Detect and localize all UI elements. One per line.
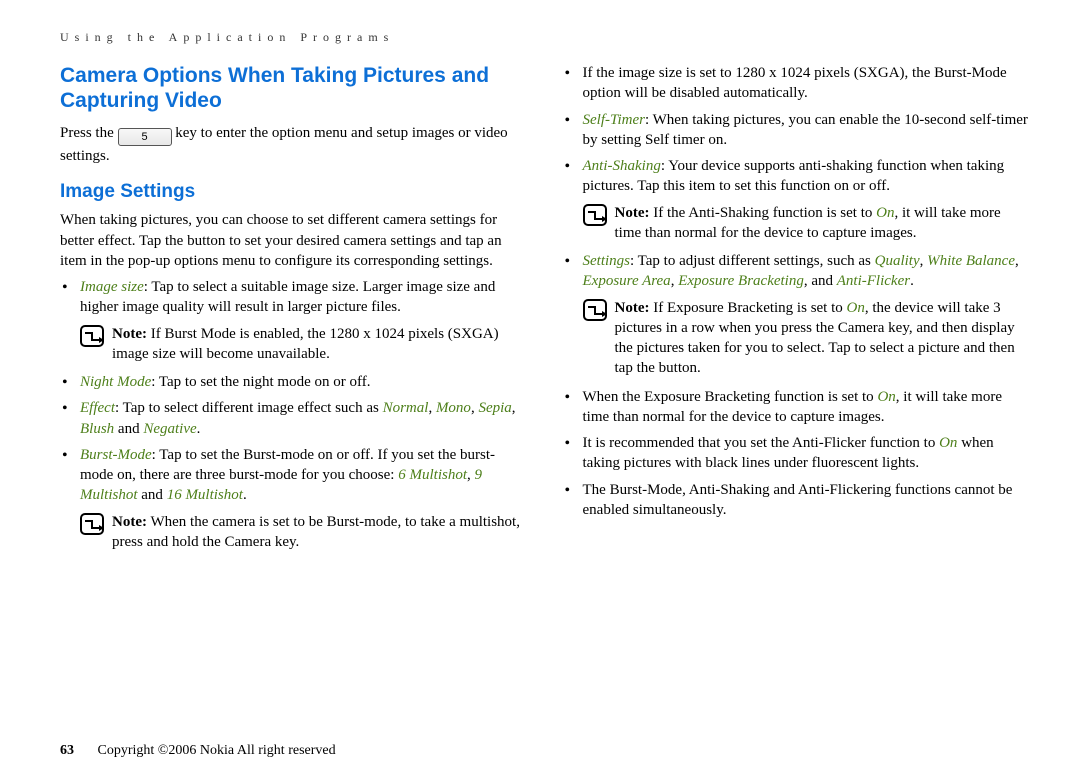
list-item: Anti-Shaking: Your device supports anti-… <box>583 156 1031 197</box>
label-effect: Effect <box>80 400 115 416</box>
right-column: If the image size is set to 1280 x 1024 … <box>563 63 1031 560</box>
text: . <box>243 487 247 503</box>
heading-image-settings: Image Settings <box>60 179 528 205</box>
page-footer: 63 Copyright ©2006 Nokia All right reser… <box>60 743 336 759</box>
text: When the Exposure Bracketing function is… <box>583 389 878 405</box>
text: , <box>428 400 436 416</box>
label-self-timer: Self-Timer <box>583 112 646 128</box>
label-night-mode: Night Mode <box>80 374 151 390</box>
burst-16: 16 Multishot <box>167 487 243 503</box>
list-right: If the image size is set to 1280 x 1024 … <box>563 63 1031 197</box>
note-text: Note: If the Anti-Shaking function is se… <box>615 203 1031 244</box>
effect-sepia: Sepia <box>478 400 511 416</box>
effect-mono: Mono <box>436 400 471 416</box>
on-text: On <box>876 205 894 221</box>
note-block: Note: If Burst Mode is enabled, the 1280… <box>80 324 528 365</box>
note-text: Note: If Exposure Bracketing is set to O… <box>615 298 1031 379</box>
settings-eb: Exposure Bracketing <box>678 273 804 289</box>
list-item: Effect: Tap to select different image ef… <box>80 398 528 439</box>
list-item: Self-Timer: When taking pictures, you ca… <box>583 110 1031 151</box>
note-text: Note: If Burst Mode is enabled, the 1280… <box>112 324 528 365</box>
settings-ea: Exposure Area <box>583 273 671 289</box>
note-block: Note: If Exposure Bracketing is set to O… <box>583 298 1031 379</box>
on-text: On <box>877 389 895 405</box>
text: , <box>920 253 928 269</box>
text: If the Anti-Shaking function is set to <box>649 205 876 221</box>
text: and <box>138 487 167 503</box>
page-header: Using the Application Programs <box>60 30 1030 45</box>
settings-quality: Quality <box>875 253 920 269</box>
intro-text: When taking pictures, you can choose to … <box>60 210 528 271</box>
text: When the camera is set to be Burst-mode,… <box>112 514 520 550</box>
text: , <box>512 400 516 416</box>
text: , <box>1015 253 1019 269</box>
list-item: If the image size is set to 1280 x 1024 … <box>583 63 1031 104</box>
text: It is recommended that you set the Anti-… <box>583 435 940 451</box>
list-right-3: When the Exposure Bracketing function is… <box>563 387 1031 521</box>
heading-camera-options: Camera Options When Taking Pictures and … <box>60 63 528 113</box>
list-item: Settings: Tap to adjust different settin… <box>583 251 1031 292</box>
note-label: Note: <box>615 205 650 221</box>
list-left: Image size: Tap to select a suitable ima… <box>60 277 528 318</box>
list-item: The Burst-Mode, Anti-Shaking and Anti-Fl… <box>583 480 1031 521</box>
copyright-text: Copyright ©2006 Nokia All right reserved <box>98 743 336 758</box>
page-number: 63 <box>60 743 74 758</box>
text: If Exposure Bracketing is set to <box>649 300 846 316</box>
label-settings: Settings <box>583 253 631 269</box>
key-5-icon: 5 <box>118 128 172 146</box>
settings-wb: White Balance <box>927 253 1015 269</box>
note-block: Note: When the camera is set to be Burst… <box>80 512 528 553</box>
content-area: Camera Options When Taking Pictures and … <box>60 63 1030 560</box>
burst-6: 6 Multishot <box>398 467 467 483</box>
note-label: Note: <box>112 326 147 342</box>
text: . <box>197 421 201 437</box>
note-label: Note: <box>112 514 147 530</box>
effect-normal: Normal <box>383 400 429 416</box>
effect-negative: Negative <box>143 421 196 437</box>
list-item: It is recommended that you set the Anti-… <box>583 433 1031 474</box>
left-column: Camera Options When Taking Pictures and … <box>60 63 528 560</box>
effect-blush: Blush <box>80 421 114 437</box>
note-icon <box>80 325 104 347</box>
label-anti-shaking: Anti-Shaking <box>583 158 661 174</box>
list-item: When the Exposure Bracketing function is… <box>583 387 1031 428</box>
note-icon <box>583 299 607 321</box>
text: : When taking pictures, you can enable t… <box>583 112 1028 148</box>
note-block: Note: If the Anti-Shaking function is se… <box>583 203 1031 244</box>
settings-af: Anti-Flicker <box>837 273 910 289</box>
text: Press the <box>60 125 118 141</box>
on-text: On <box>939 435 957 451</box>
list-item: Night Mode: Tap to set the night mode on… <box>80 372 528 392</box>
note-icon <box>583 204 607 226</box>
list-item: Image size: Tap to select a suitable ima… <box>80 277 528 318</box>
text: : Tap to set the night mode on or off. <box>151 374 370 390</box>
text: and <box>114 421 143 437</box>
list-item: Burst-Mode: Tap to set the Burst-mode on… <box>80 445 528 506</box>
text: If Burst Mode is enabled, the 1280 x 102… <box>112 326 499 362</box>
list-right-2: Settings: Tap to adjust different settin… <box>563 251 1031 292</box>
note-label: Note: <box>615 300 650 316</box>
text: button. <box>659 360 701 376</box>
list-left-2: Night Mode: Tap to set the night mode on… <box>60 372 528 506</box>
text: , and <box>804 273 837 289</box>
note-icon <box>80 513 104 535</box>
label-image-size: Image size <box>80 279 144 295</box>
text: : Tap to select different image effect s… <box>115 400 383 416</box>
note-text: Note: When the camera is set to be Burst… <box>112 512 528 553</box>
text: : Tap to adjust different settings, such… <box>630 253 875 269</box>
press-key-text: Press the 5 key to enter the option menu… <box>60 123 528 166</box>
text: . <box>910 273 914 289</box>
text: , <box>467 467 475 483</box>
on-text: On <box>847 300 865 316</box>
label-burst-mode: Burst-Mode <box>80 447 152 463</box>
